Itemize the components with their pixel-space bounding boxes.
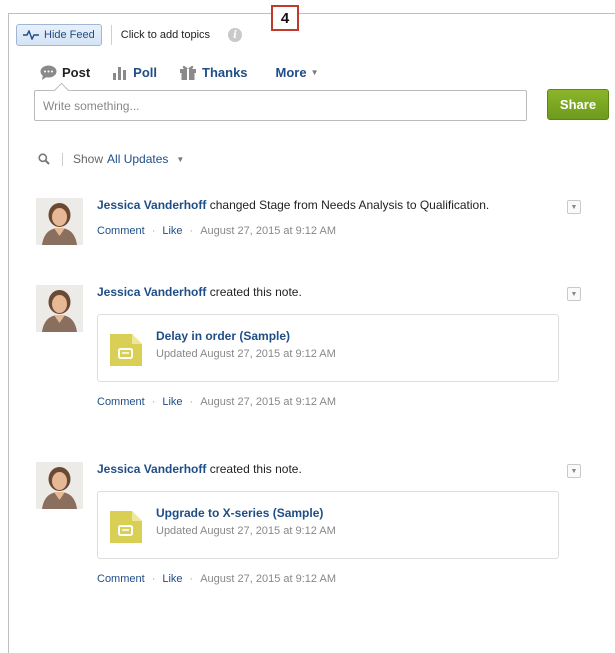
timestamp[interactable]: August 27, 2015 at 9:12 AM	[200, 225, 336, 237]
feed-item: Jessica Vanderhoff created this note. De…	[36, 285, 584, 425]
pulse-icon	[23, 30, 39, 40]
actor-link[interactable]: Jessica Vanderhoff	[97, 198, 206, 212]
search-icon[interactable]	[38, 153, 50, 165]
separator-dot: ·	[151, 573, 156, 585]
attachment-title-link[interactable]: Delay in order (Sample)	[156, 329, 290, 343]
avatar[interactable]	[36, 285, 83, 332]
add-topics-link[interactable]: Click to add topics	[121, 29, 210, 41]
filter-separator	[62, 152, 63, 166]
feed-headline: Jessica Vanderhoff changed Stage from Ne…	[97, 198, 567, 213]
more-label: More	[275, 64, 307, 80]
feed-text: created this note.	[206, 285, 302, 299]
avatar[interactable]	[36, 462, 83, 509]
feed-item-menu-button[interactable]: ▼	[567, 287, 581, 301]
chevron-down-icon: ▼	[570, 203, 578, 211]
feed-actions: Comment · Like · August 27, 2015 at 9:12…	[97, 396, 567, 408]
separator-dot: ·	[151, 225, 156, 237]
timestamp[interactable]: August 27, 2015 at 9:12 AM	[200, 396, 336, 408]
separator-dot: ·	[151, 396, 156, 408]
frame-left-border	[8, 13, 9, 653]
like-link[interactable]: Like	[162, 573, 182, 585]
publisher-tabs: Post Poll Thanks More ▼	[40, 64, 319, 80]
separator-dot: ·	[189, 225, 194, 237]
actor-link[interactable]: Jessica Vanderhoff	[97, 462, 206, 476]
feed-text: changed Stage from Needs Analysis to Qua…	[206, 198, 490, 212]
feed-item-menu-button[interactable]: ▼	[567, 464, 581, 478]
feed-item-body: Jessica Vanderhoff changed Stage from Ne…	[97, 198, 567, 237]
chevron-down-icon[interactable]: ▼	[176, 155, 184, 164]
chevron-down-icon: ▼	[570, 290, 578, 298]
note-attachment[interactable]: Upgrade to X-series (Sample) Updated Aug…	[97, 491, 559, 559]
feed-item: Jessica Vanderhoff changed Stage from Ne…	[36, 198, 584, 258]
feed-item-menu-button[interactable]: ▼	[567, 200, 581, 214]
attachment-subtitle: Updated August 27, 2015 at 9:12 AM	[156, 348, 336, 360]
attachment-title-link[interactable]: Upgrade to X-series (Sample)	[156, 506, 323, 520]
attachment-subtitle: Updated August 27, 2015 at 9:12 AM	[156, 525, 336, 537]
tab-post[interactable]: Post	[40, 65, 90, 80]
feed-actions: Comment · Like · August 27, 2015 at 9:12…	[97, 573, 567, 585]
separator-dot: ·	[189, 573, 194, 585]
post-input-box	[34, 90, 527, 121]
chevron-down-icon: ▼	[310, 67, 319, 77]
show-filter-value[interactable]: All Updates	[107, 152, 168, 166]
share-button[interactable]: Share	[547, 89, 609, 120]
note-icon	[110, 511, 142, 543]
feed-text: created this note.	[206, 462, 302, 476]
post-input[interactable]	[35, 91, 526, 120]
gift-icon	[180, 65, 197, 80]
feed-item: Jessica Vanderhoff created this note. Up…	[36, 462, 584, 602]
callout-number-badge: 4	[271, 5, 299, 31]
timestamp[interactable]: August 27, 2015 at 9:12 AM	[200, 573, 336, 585]
feed-headline: Jessica Vanderhoff created this note.	[97, 462, 567, 477]
topbar-separator	[110, 25, 112, 45]
tab-post-label: Post	[62, 64, 91, 80]
speech-bubble-icon	[40, 65, 57, 80]
separator-dot: ·	[189, 396, 194, 408]
feed-topbar: Hide Feed Click to add topics i	[16, 24, 243, 46]
tab-thanks-label: Thanks	[202, 64, 248, 80]
chevron-down-icon: ▼	[570, 467, 578, 475]
hide-feed-label: Hide Feed	[44, 29, 95, 41]
bar-chart-icon	[113, 66, 127, 80]
note-attachment[interactable]: Delay in order (Sample) Updated August 2…	[97, 314, 559, 382]
note-icon	[110, 334, 142, 366]
comment-link[interactable]: Comment	[97, 573, 145, 585]
hide-feed-button[interactable]: Hide Feed	[16, 24, 102, 46]
feed-item-body: Jessica Vanderhoff created this note. Up…	[97, 462, 567, 585]
actor-link[interactable]: Jessica Vanderhoff	[97, 285, 206, 299]
frame-top-border	[8, 13, 615, 14]
info-icon[interactable]: i	[228, 28, 243, 42]
like-link[interactable]: Like	[162, 225, 182, 237]
feed-item-body: Jessica Vanderhoff created this note. De…	[97, 285, 567, 408]
comment-link[interactable]: Comment	[97, 225, 145, 237]
feed-actions: Comment · Like · August 27, 2015 at 9:12…	[97, 225, 567, 237]
feed-headline: Jessica Vanderhoff created this note.	[97, 285, 567, 300]
feed-filter: Show All Updates ▼	[38, 152, 184, 166]
avatar[interactable]	[36, 198, 83, 245]
more-menu[interactable]: More ▼	[276, 65, 319, 80]
tab-poll[interactable]: Poll	[112, 65, 157, 80]
tab-thanks[interactable]: Thanks	[179, 64, 248, 80]
show-label: Show	[73, 152, 104, 166]
comment-link[interactable]: Comment	[97, 396, 145, 408]
tab-poll-label: Poll	[133, 64, 158, 80]
like-link[interactable]: Like	[162, 396, 182, 408]
